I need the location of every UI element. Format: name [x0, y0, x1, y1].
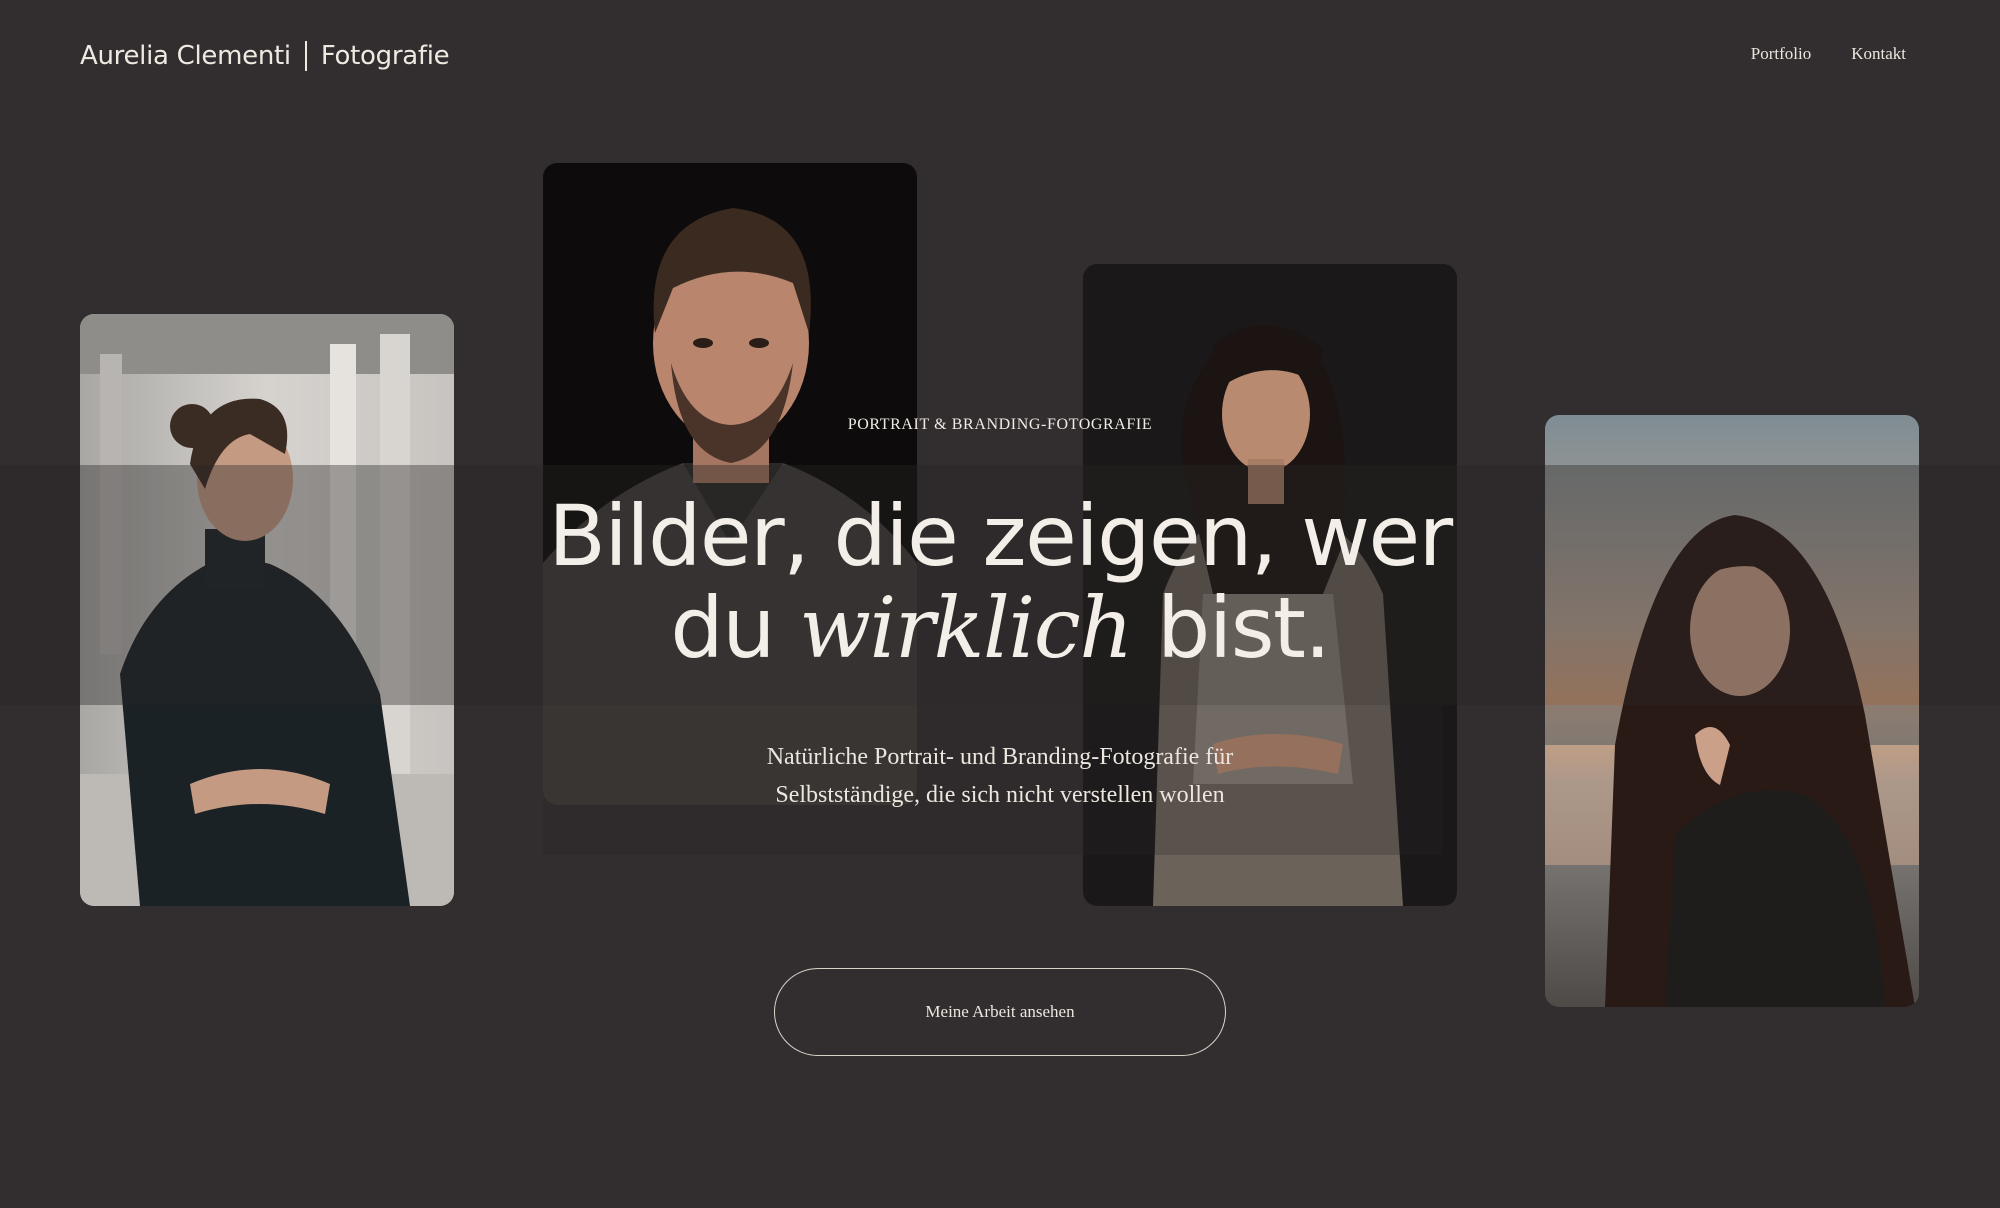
- nav-link-portfolio[interactable]: Portfolio: [1751, 44, 1811, 64]
- brand-suffix: Fotografie: [320, 41, 450, 71]
- brand-logo[interactable]: Aurelia Clementi Fotografie: [80, 36, 450, 76]
- headline-line-1: Bilder, die zeigen, wer: [548, 487, 1453, 585]
- main-nav: Portfolio Kontakt: [1751, 44, 1906, 64]
- brand-name: Aurelia Clementi: [80, 41, 291, 71]
- hero-subtitle: Natürliche Portrait- und Branding-Fotogr…: [0, 738, 2000, 814]
- brand-divider: [304, 41, 307, 71]
- view-work-button[interactable]: Meine Arbeit ansehen: [774, 968, 1226, 1056]
- headline-line-2-start: du: [670, 579, 775, 677]
- subtitle-line-2: Selbstständige, die sich nicht verstelle…: [775, 782, 1225, 808]
- nav-link-kontakt[interactable]: Kontakt: [1851, 44, 1906, 64]
- view-work-button-label: Meine Arbeit ansehen: [925, 1002, 1075, 1021]
- subtitle-line-1: Natürliche Portrait- und Branding-Fotogr…: [766, 744, 1234, 770]
- portrait-photo-man-beard: [543, 163, 917, 805]
- headline-emphasis: wirklich: [799, 579, 1133, 677]
- hero-headline: Bilder, die zeigen, wer du wirklich bist…: [0, 490, 2000, 674]
- headline-line-2-end: bist.: [1157, 579, 1331, 677]
- hero-eyebrow: PORTRAIT & BRANDING-FOTOGRAFIE: [847, 416, 1153, 433]
